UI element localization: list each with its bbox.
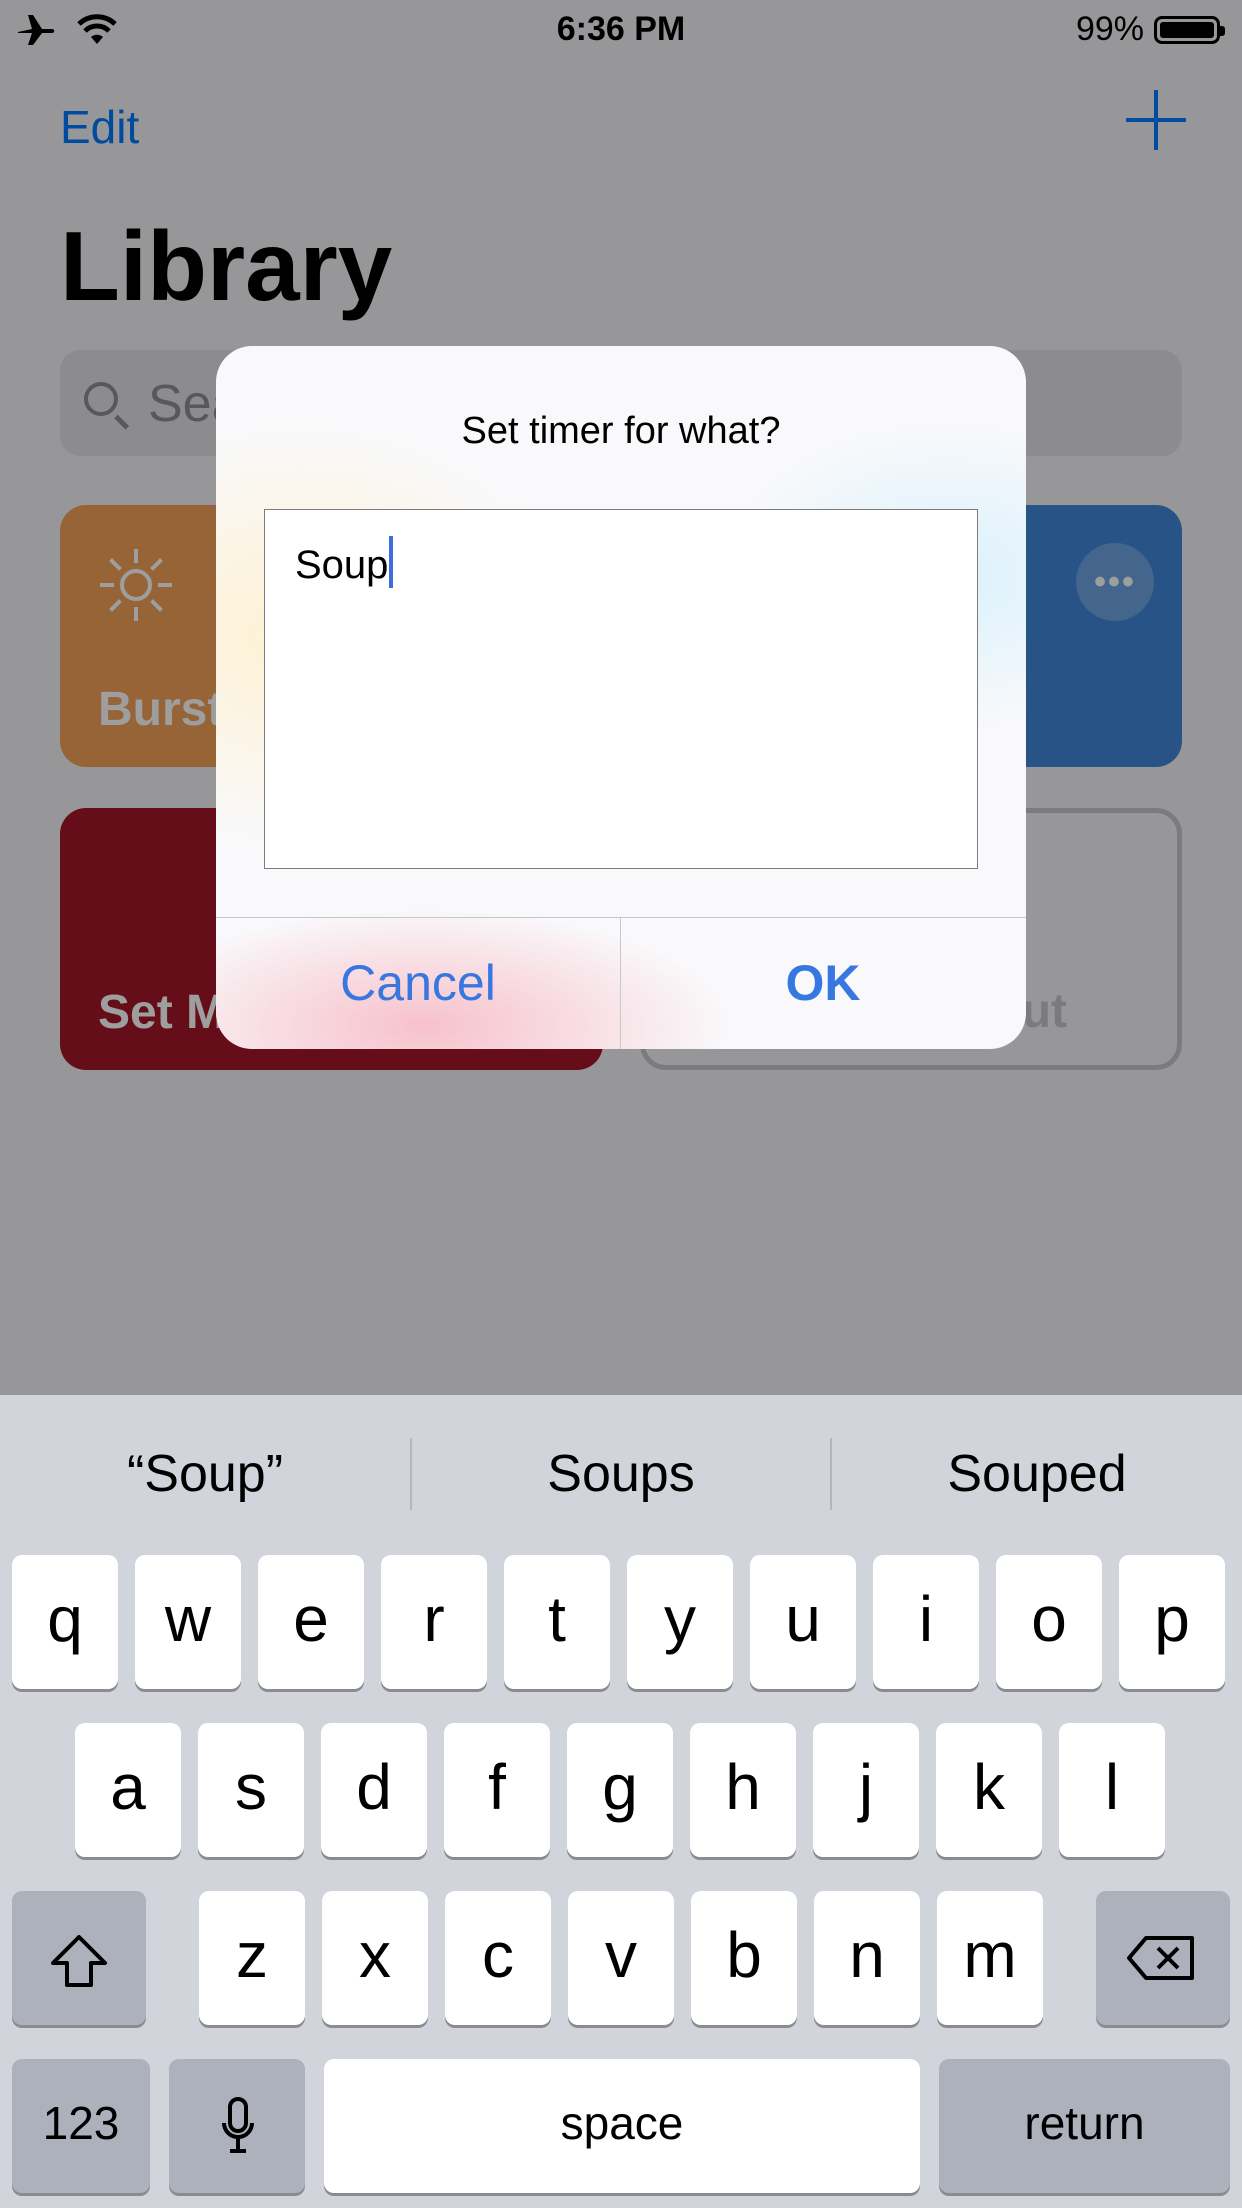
- suggestion-3[interactable]: Souped: [832, 1395, 1242, 1553]
- key-w[interactable]: w: [135, 1555, 241, 1689]
- key-s[interactable]: s: [198, 1723, 304, 1857]
- dictation-key[interactable]: [169, 2059, 305, 2193]
- key-e[interactable]: e: [258, 1555, 364, 1689]
- microphone-icon: [222, 2097, 254, 2153]
- input-value: Soup: [295, 543, 389, 587]
- key-k[interactable]: k: [936, 1723, 1042, 1857]
- key-d[interactable]: d: [321, 1723, 427, 1857]
- key-r[interactable]: r: [381, 1555, 487, 1689]
- key-a[interactable]: a: [75, 1723, 181, 1857]
- key-t[interactable]: t: [504, 1555, 610, 1689]
- keyboard: “Soup” Soups Souped qwertyuiop asdfghjkl…: [0, 1395, 1242, 2208]
- key-u[interactable]: u: [750, 1555, 856, 1689]
- key-b[interactable]: b: [691, 1891, 797, 2025]
- key-j[interactable]: j: [813, 1723, 919, 1857]
- key-f[interactable]: f: [444, 1723, 550, 1857]
- key-v[interactable]: v: [568, 1891, 674, 2025]
- key-z[interactable]: z: [199, 1891, 305, 2025]
- shift-icon: [51, 1935, 107, 1987]
- text-caret: [389, 536, 394, 588]
- key-q[interactable]: q: [12, 1555, 118, 1689]
- alert-title: Set timer for what?: [461, 410, 781, 452]
- key-l[interactable]: l: [1059, 1723, 1165, 1857]
- numbers-key[interactable]: 123: [12, 2059, 150, 2193]
- key-i[interactable]: i: [873, 1555, 979, 1689]
- key-y[interactable]: y: [627, 1555, 733, 1689]
- delete-key[interactable]: [1096, 1891, 1230, 2025]
- suggestion-2[interactable]: Soups: [412, 1395, 830, 1553]
- key-n[interactable]: n: [814, 1891, 920, 2025]
- timer-name-input[interactable]: Soup: [264, 509, 978, 869]
- space-key[interactable]: space: [324, 2059, 920, 2193]
- predictive-bar: “Soup” Soups Souped: [0, 1395, 1242, 1553]
- shift-key[interactable]: [12, 1891, 146, 2025]
- key-c[interactable]: c: [445, 1891, 551, 2025]
- key-m[interactable]: m: [937, 1891, 1043, 2025]
- ok-button[interactable]: OK: [621, 918, 1025, 1049]
- suggestion-1[interactable]: “Soup”: [0, 1395, 410, 1553]
- return-key[interactable]: return: [939, 2059, 1230, 2193]
- key-x[interactable]: x: [322, 1891, 428, 2025]
- text-input-alert: Set timer for what? Soup Cancel OK: [216, 346, 1026, 1049]
- key-g[interactable]: g: [567, 1723, 673, 1857]
- key-o[interactable]: o: [996, 1555, 1102, 1689]
- key-h[interactable]: h: [690, 1723, 796, 1857]
- key-p[interactable]: p: [1119, 1555, 1225, 1689]
- cancel-button[interactable]: Cancel: [216, 918, 620, 1049]
- delete-icon: [1127, 1936, 1194, 1980]
